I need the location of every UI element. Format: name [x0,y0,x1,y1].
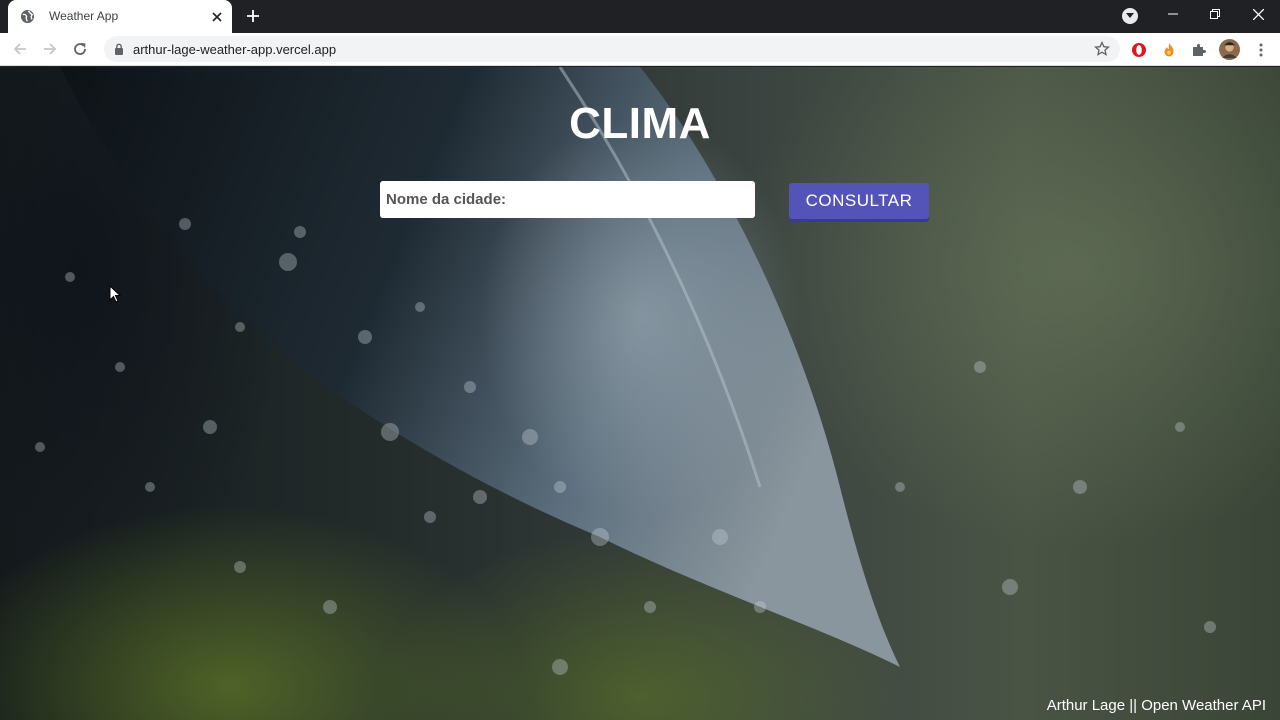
close-window-icon[interactable] [1245,4,1271,24]
lock-icon [115,43,123,55]
page-title: CLIMA [569,99,711,148]
globe-icon [20,9,35,24]
fire-icon[interactable] [1160,41,1178,59]
plus-icon[interactable] [243,6,263,26]
minimize-icon[interactable] [1160,4,1186,24]
weather-page: CLIMA CONSULTAR Arthur Lage || Open Weat… [0,67,1280,720]
tab-title: Weather App [49,9,119,23]
close-icon[interactable] [208,8,226,26]
tab-weather-app[interactable]: Weather App [8,0,232,33]
restore-icon[interactable] [1202,4,1228,24]
opera-icon[interactable] [1130,41,1148,59]
footer-credit: Arthur Lage || Open Weather API [1046,697,1266,714]
menu-icon[interactable] [1252,41,1270,59]
rain-drops [35,218,1216,675]
tab-strip: Weather App [0,0,1280,33]
city-search-input[interactable] [380,181,755,218]
address-bar[interactable]: arthur-lage-weather-app.vercel.app [104,36,1120,62]
back-icon[interactable] [8,38,32,60]
url-text: arthur-lage-weather-app.vercel.app [133,42,337,57]
avatar[interactable] [1219,39,1240,60]
forward-icon[interactable] [38,38,62,60]
browser-toolbar: arthur-lage-weather-app.vercel.app [0,33,1280,66]
tab-search-icon[interactable] [1122,8,1138,24]
puzzle-icon[interactable] [1190,41,1208,59]
consult-button[interactable]: CONSULTAR [789,183,929,219]
cursor-icon [109,285,121,303]
reload-icon[interactable] [68,38,92,60]
star-icon[interactable] [1094,41,1110,57]
